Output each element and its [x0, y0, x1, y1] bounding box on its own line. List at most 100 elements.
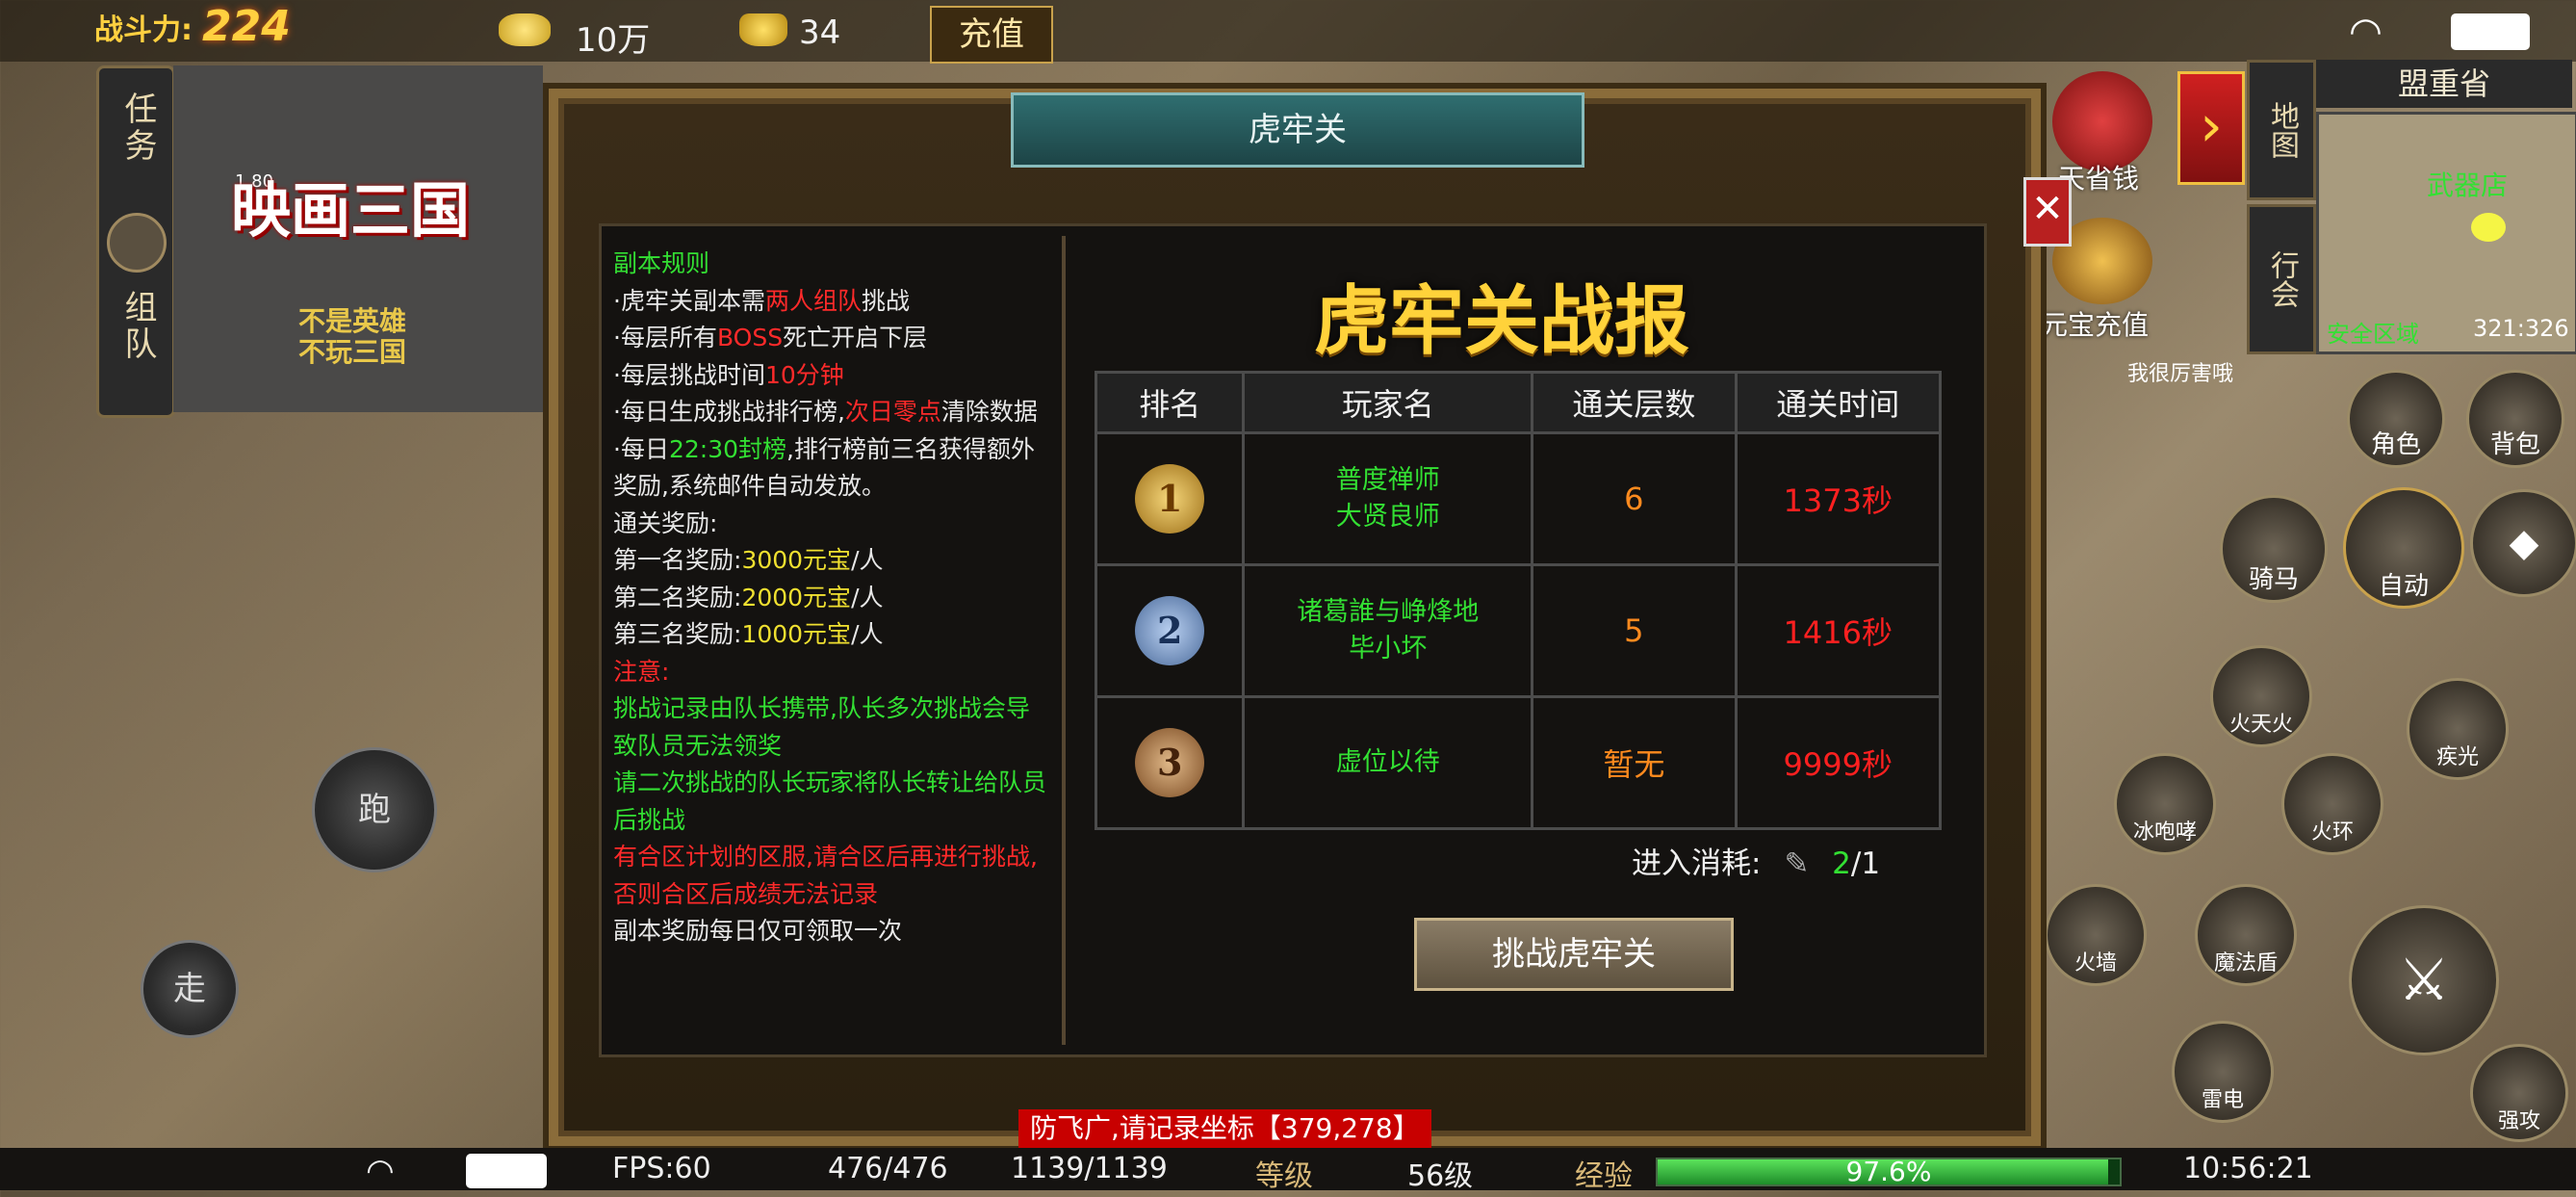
exp-label: 经验 — [1575, 1159, 1633, 1193]
table-header-row: 排名 玩家名 通关层数 通关时间 — [1094, 371, 1943, 434]
skill-ice-button[interactable]: 冰咆哮 — [2114, 753, 2216, 855]
coords-label: 321:326 — [2473, 315, 2569, 342]
hp-value: 476/476 — [828, 1152, 948, 1185]
skill-magic-shield-button[interactable]: 魔法盾 — [2195, 884, 2297, 986]
bag-button[interactable]: 背包 — [2466, 370, 2564, 468]
strong-attack-button[interactable]: 强攻 — [2470, 1044, 2568, 1142]
top-status-bar — [0, 0, 2576, 62]
menu-grid-icon[interactable]: ◆ — [2470, 489, 2576, 597]
power-label: 战斗力: — [94, 13, 193, 47]
dialog-content: 副本规则 ·虎牢关副本需两人组队挑战 ·每层所有BOSS死亡开启下层 ·每层挑战… — [599, 223, 1987, 1057]
battery-icon — [466, 1154, 547, 1188]
safe-zone-label: 安全区域 — [2327, 321, 2419, 348]
ride-button[interactable]: 骑马 — [2220, 495, 2328, 603]
note-line: 副本奖励每日仅可领取一次 — [613, 917, 903, 945]
dungeon-dialog: 虎牢关 ✕ 副本规则 ·虎牢关副本需两人组队挑战 ·每层所有BOSS死亡开启下层… — [549, 89, 2072, 1146]
reward-amount: 2000元宝 — [741, 583, 852, 612]
time-cell: 1373秒 — [1734, 431, 1943, 566]
reward-heading: 通关奖励: — [613, 508, 718, 537]
dungeon-rules: 副本规则 ·虎牢关副本需两人组队挑战 ·每层所有BOSS死亡开启下层 ·每层挑战… — [613, 246, 1046, 1035]
player-name: 诸葛誰与峥烽地 — [1297, 597, 1480, 627]
dialog-title: 虎牢关 — [1011, 92, 1584, 168]
player-cell: 虚位以待 — [1242, 695, 1534, 830]
skill-light-button[interactable]: 疾光 — [2407, 678, 2509, 780]
layers-cell: 6 — [1531, 431, 1738, 566]
auto-button[interactable]: 自动 — [2343, 487, 2464, 609]
rule-text: ·每层所有 — [613, 324, 717, 351]
rule-text: 死亡开启下层 — [783, 324, 928, 351]
skill-fire-button[interactable]: 火天火 — [2210, 645, 2312, 747]
player-name: 虚位以待 — [1335, 747, 1440, 777]
game-logo-panel: 1.80 映画三国 不是英雄 不玩三国 — [173, 65, 543, 412]
map-button[interactable]: 地图 — [2247, 60, 2316, 200]
table-row: 1 普度禅师 大贤良师 6 1373秒 — [1094, 431, 1943, 566]
main-attack-sword-icon[interactable]: ⚔ — [2349, 905, 2499, 1055]
rule-text: ·虎牢关副本需 — [613, 286, 765, 315]
reward-line: 第三名奖励:1000元宝/人 — [613, 616, 1046, 654]
rule-highlight: 次日零点 — [844, 398, 941, 426]
logo-slogan: 不是英雄 不玩三国 — [298, 306, 406, 368]
skill-thunder-button[interactable]: 雷电 — [2172, 1021, 2274, 1123]
layers-cell: 暂无 — [1531, 695, 1738, 830]
rule-text: ·每日 — [613, 434, 669, 463]
guild-button[interactable]: 行会 — [2247, 204, 2316, 354]
rules-heading: 副本规则 — [613, 249, 710, 277]
note-line: 有合区计划的区服,请合区后再进行挑战,否则合区后成绩无法记录 — [613, 843, 1038, 908]
wifi-icon: ◠ — [366, 1152, 395, 1190]
clock: 10:56:21 — [2183, 1152, 2313, 1185]
table-row: 2 诸葛誰与峥烽地 毕小坏 5 1416秒 — [1094, 563, 1943, 698]
layers-cell: 5 — [1531, 563, 1738, 698]
challenge-button[interactable]: 挑战虎牢关 — [1414, 918, 1734, 991]
col-rank: 排名 — [1094, 371, 1246, 434]
player-marker-icon — [2471, 213, 2506, 242]
col-layers: 通关层数 — [1531, 371, 1738, 434]
logo-slogan-2: 不玩三国 — [298, 336, 407, 368]
report-title: 虎牢关战报 — [1314, 277, 1690, 365]
col-player: 玩家名 — [1242, 371, 1534, 434]
exp-percent: 97.6% — [1845, 1156, 1932, 1187]
player-name: 普度禅师 — [1335, 465, 1440, 495]
gold-amount: 10万 — [576, 21, 651, 60]
skill-flame-ring-button[interactable]: 火环 — [2281, 753, 2383, 855]
rank-cell: 2 — [1094, 563, 1246, 698]
close-button[interactable]: ✕ — [2023, 177, 2072, 247]
skill-fire-wall-button[interactable]: 火墙 — [2045, 884, 2147, 986]
player-cell: 诸葛誰与峥烽地 毕小坏 — [1242, 563, 1534, 698]
note-heading: 注意: — [613, 657, 670, 686]
rank-cell: 1 — [1094, 431, 1246, 566]
rule-text: ·每层挑战时间 — [613, 360, 765, 389]
player-name: 毕小坏 — [1349, 634, 1428, 664]
rule-highlight: BOSS — [716, 324, 784, 351]
rule-line: ·每层所有BOSS死亡开启下层 — [613, 320, 1046, 357]
time-cell: 9999秒 — [1734, 695, 1943, 830]
table-row: 3 虚位以待 暂无 9999秒 — [1094, 695, 1943, 830]
run-button[interactable]: 跑 — [312, 747, 437, 872]
logo-slogan-1: 不是英雄 — [298, 305, 407, 337]
gift-box-icon[interactable] — [2052, 71, 2152, 171]
ingot-amount: 34 — [799, 13, 841, 52]
expand-arrow-icon[interactable]: › — [2177, 71, 2245, 185]
cost-label: 进入消耗: — [1632, 846, 1762, 881]
ticket-icon: ✎ — [1784, 846, 1810, 881]
tab-team[interactable]: 组队 — [115, 290, 162, 363]
minimap[interactable]: 武器店 安全区域 321:326 — [2316, 112, 2576, 354]
npc-text: 我很厉害哦 — [2127, 362, 2234, 386]
reward-label: 第三名奖励: — [613, 620, 742, 648]
role-button[interactable]: 角色 — [2347, 370, 2445, 468]
gold-coins-icon — [499, 13, 551, 46]
reward-line: 第一名奖励:3000元宝/人 — [613, 542, 1046, 580]
bronze-medal-icon: 3 — [1135, 728, 1205, 797]
toggle-arrow-icon[interactable] — [107, 213, 167, 273]
reward-line: 第二名奖励:2000元宝/人 — [613, 580, 1046, 617]
col-time: 通关时间 — [1734, 371, 1943, 434]
rule-line: ·每层挑战时间10分钟 — [613, 357, 1046, 395]
reward-unit: /人 — [851, 583, 884, 612]
tab-task[interactable]: 任务 — [115, 91, 162, 165]
rule-text: 清除数据 — [940, 398, 1038, 426]
walk-button[interactable]: 走 — [141, 940, 239, 1038]
recharge-button[interactable]: 充值 — [930, 6, 1053, 64]
reward-amount: 1000元宝 — [741, 620, 852, 648]
chat-banner: 防飞广,请记录坐标【379,278】 — [1018, 1109, 1431, 1148]
rule-line: ·虎牢关副本需两人组队挑战 — [613, 283, 1046, 321]
note-line: 请二次挑战的队长玩家将队长转让给队员后挑战 — [613, 768, 1047, 834]
